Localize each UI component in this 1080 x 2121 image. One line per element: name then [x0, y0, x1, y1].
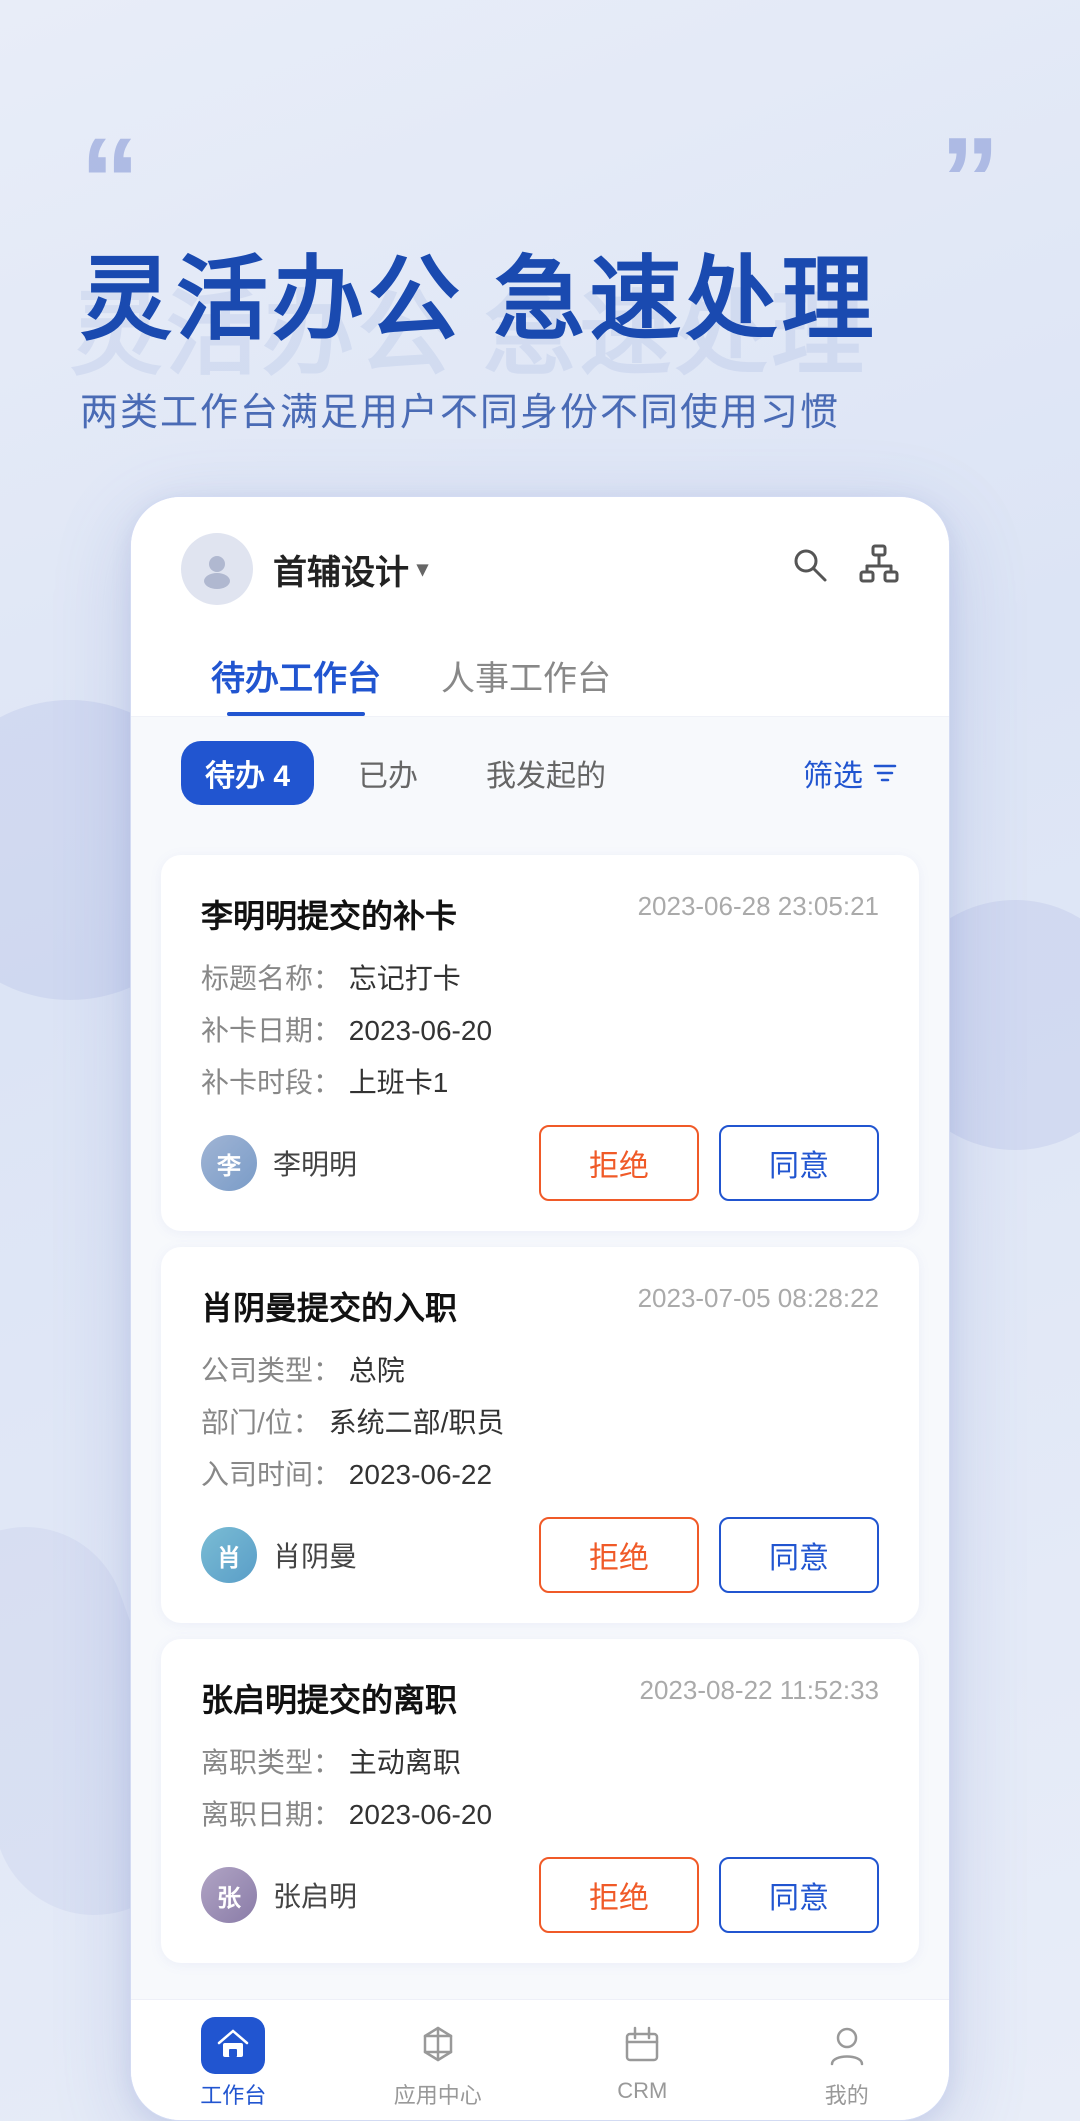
task-field-1-3: 补卡时段： 上班卡1 [201, 1061, 879, 1101]
company-name[interactable]: 首辅设计 ▾ [273, 545, 428, 594]
tab-todo-workspace[interactable]: 待办工作台 [181, 635, 411, 716]
task-time-2: 2023-07-05 08:28:22 [638, 1283, 879, 1314]
phone-header-right [789, 544, 899, 594]
avatar-1: 李 [201, 1135, 257, 1191]
user-name-1: 李明明 [273, 1143, 357, 1183]
filter-button[interactable]: 筛选 [803, 751, 899, 795]
nav-label-mine: 我的 [825, 2078, 869, 2110]
hero-title-wrapper: 灵活办公 急速处理 灵活办公 急速处理 [80, 250, 1000, 351]
phone-mockup: 首辅设计 ▾ [130, 496, 950, 2121]
quote-left-icon: “ [80, 120, 140, 240]
quote-marks: “ ” [80, 120, 1000, 240]
task-time-1: 2023-06-28 23:05:21 [638, 891, 879, 922]
approve-button-3[interactable]: 同意 [719, 1857, 879, 1933]
workspace-icon [208, 2020, 258, 2070]
nav-item-mine[interactable]: 我的 [745, 2020, 950, 2110]
task-title-3: 张启明提交的离职 [201, 1675, 457, 1721]
sub-tab-pending[interactable]: 待办 4 [181, 741, 314, 805]
task-field-2-3: 入司时间： 2023-06-22 [201, 1453, 879, 1493]
avatar-3: 张 [201, 1867, 257, 1923]
nav-label-crm: CRM [617, 2078, 667, 2104]
approve-button-2[interactable]: 同意 [719, 1517, 879, 1593]
task-actions-3: 拒绝 同意 [539, 1857, 879, 1933]
task-user-1: 李 李明明 [201, 1135, 357, 1191]
task-title-1: 李明明提交的补卡 [201, 891, 457, 937]
avatar-2: 肖 [201, 1527, 257, 1583]
search-icon[interactable] [789, 544, 829, 594]
table-row: 张启明提交的离职 2023-08-22 11:52:33 离职类型： 主动离职 … [161, 1639, 919, 1963]
hero-section: “ ” 灵活办公 急速处理 灵活办公 急速处理 两类工作台满足用户不同身份不同使… [0, 0, 1080, 496]
approve-button-1[interactable]: 同意 [719, 1125, 879, 1201]
task-user-3: 张 张启明 [201, 1867, 357, 1923]
user-name-3: 张启明 [273, 1875, 357, 1915]
task-field-1-1: 标题名称： 忘记打卡 [201, 957, 879, 997]
sub-tab-done[interactable]: 已办 [334, 741, 442, 805]
task-user-2: 肖 肖阴曼 [201, 1527, 357, 1583]
nav-label-app-center: 应用中心 [394, 2078, 482, 2110]
nav-item-workspace[interactable]: 工作台 [131, 2020, 336, 2110]
hero-title: 灵活办公 急速处理 [80, 250, 1000, 351]
dropdown-arrow-icon: ▾ [417, 556, 428, 582]
quote-right-icon: ” [940, 120, 1000, 240]
crm-icon [617, 2020, 667, 2070]
task-field-2-1: 公司类型： 总院 [201, 1349, 879, 1389]
task-footer-1: 李 李明明 拒绝 同意 [201, 1125, 879, 1201]
task-header-3: 张启明提交的离职 2023-08-22 11:52:33 [201, 1675, 879, 1721]
nav-item-app-center[interactable]: 应用中心 [336, 2020, 541, 2110]
task-header-2: 肖阴曼提交的入职 2023-07-05 08:28:22 [201, 1283, 879, 1329]
user-name-2: 肖阴曼 [273, 1535, 357, 1575]
sub-tab-initiated[interactable]: 我发起的 [462, 741, 630, 805]
task-actions-1: 拒绝 同意 [539, 1125, 879, 1201]
task-list: 李明明提交的补卡 2023-06-28 23:05:21 标题名称： 忘记打卡 … [131, 829, 949, 1999]
table-row: 肖阴曼提交的入职 2023-07-05 08:28:22 公司类型： 总院 部门… [161, 1247, 919, 1623]
task-field-2-2: 部门/位： 系统二部/职员 [201, 1401, 879, 1441]
phone-tabs: 待办工作台 人事工作台 [131, 625, 949, 717]
reject-button-2[interactable]: 拒绝 [539, 1517, 699, 1593]
task-field-3-2: 离职日期： 2023-06-20 [201, 1793, 879, 1833]
nav-label-workspace: 工作台 [200, 2078, 266, 2110]
task-field-1-2: 补卡日期： 2023-06-20 [201, 1009, 879, 1049]
phone-mockup-wrapper: 首辅设计 ▾ [0, 496, 1080, 2121]
bottom-nav: 工作台 应用中心 [131, 1999, 949, 2120]
avatar [181, 533, 253, 605]
user-icon [197, 549, 237, 589]
app-center-icon [413, 2020, 463, 2070]
task-footer-2: 肖 肖阴曼 拒绝 同意 [201, 1517, 879, 1593]
nav-item-crm[interactable]: CRM [540, 2020, 745, 2110]
task-field-3-1: 离职类型： 主动离职 [201, 1741, 879, 1781]
task-time-3: 2023-08-22 11:52:33 [640, 1675, 880, 1706]
task-footer-3: 张 张启明 拒绝 同意 [201, 1857, 879, 1933]
table-row: 李明明提交的补卡 2023-06-28 23:05:21 标题名称： 忘记打卡 … [161, 855, 919, 1231]
reject-button-3[interactable]: 拒绝 [539, 1857, 699, 1933]
phone-header-left: 首辅设计 ▾ [181, 533, 428, 605]
phone-header: 首辅设计 ▾ [131, 497, 949, 625]
task-actions-2: 拒绝 同意 [539, 1517, 879, 1593]
mine-icon [822, 2020, 872, 2070]
reject-button-1[interactable]: 拒绝 [539, 1125, 699, 1201]
task-header-1: 李明明提交的补卡 2023-06-28 23:05:21 [201, 891, 879, 937]
tab-hr-workspace[interactable]: 人事工作台 [411, 635, 641, 716]
sub-tabs: 待办 4 已办 我发起的 筛选 [131, 717, 949, 829]
task-title-2: 肖阴曼提交的入职 [201, 1283, 457, 1329]
org-chart-icon[interactable] [859, 544, 899, 594]
